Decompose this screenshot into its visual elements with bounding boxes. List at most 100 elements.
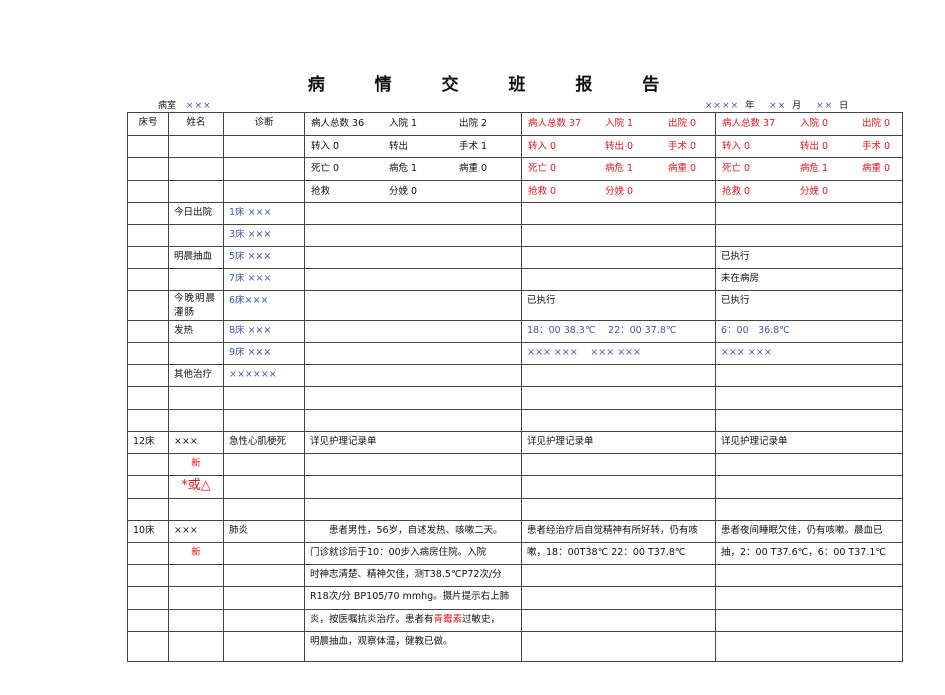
stat-item: 入院 1 (605, 118, 634, 129)
shift-3-note: 6：00 36.8℃ (715, 320, 903, 343)
shift-2-note (521, 246, 716, 269)
table-row: 发热 8床 ××× 18：00 38.3℃ 22：00 37.8℃ 6：00 36.8… (127, 320, 903, 343)
stats-row: 转入 0 转出 手术 1 转入 0 转出 0 手术 0 转入 0 转出 0 手术 0 (127, 135, 903, 158)
shift-2-note (521, 409, 716, 432)
ward-value: ××× (186, 101, 212, 111)
bed-cell (127, 386, 169, 410)
shift-2-note: ××× ××× ××× ××× (521, 342, 716, 365)
stat-item: 病重 0 (668, 163, 697, 174)
bed-cell: 10床 (127, 520, 169, 543)
stat-item: 病重 0 (459, 163, 488, 174)
shift-3-note (715, 453, 903, 476)
shift-3-note (715, 609, 903, 632)
shift-3-note: 未在病房 (715, 268, 903, 291)
bed-cell (127, 609, 169, 632)
stat-item: 抢救 0 (528, 186, 557, 197)
stat-item: 病危 1 (605, 163, 634, 174)
stats-row: 床号 姓名 诊断 病人总数 36 入院 1 出院 2 病人总数 37 入院 1 出院 0 病人总数… (127, 112, 903, 136)
bed-cell (127, 475, 169, 499)
table-row: 今晚明晨灌肠 6床××× 已执行 已执行 (127, 290, 903, 321)
diagnosis-cell (223, 631, 305, 662)
name-cell: 今晚明晨灌肠 (168, 290, 224, 321)
name-cell (168, 409, 224, 432)
table-row: 3床 ××× (127, 224, 903, 247)
stat-item: 病重 0 (862, 163, 891, 174)
stat-item: 分娩 0 (605, 186, 634, 197)
diagnosis-cell: 3床 ××× (223, 224, 305, 247)
allergy-highlight: 青霉素 (433, 614, 463, 625)
name-cell (168, 386, 224, 410)
shift-1-note (304, 386, 522, 410)
diagnosis-cell (223, 498, 305, 521)
date-year-unit: 年 (745, 101, 755, 111)
stat-item: 死亡 0 (311, 163, 340, 174)
diagnosis-cell: 8床 ××× (223, 320, 305, 343)
name-cell: ××× (168, 520, 224, 543)
bed-cell (127, 498, 169, 521)
shift-2-note (521, 224, 716, 247)
shift-3-stats-cell: 死亡 0 病危 1 病重 0 (715, 157, 903, 181)
shift-2-note (521, 631, 716, 662)
diagnosis-cell (223, 453, 305, 476)
shift-1-note (304, 290, 522, 321)
date-day-unit: 日 (839, 101, 849, 111)
bed-cell (127, 202, 169, 225)
shift-1-stats-cell: 病人总数 36 入院 1 出院 2 (304, 112, 522, 136)
shift-2-stats-cell: 抢救 0 分娩 0 (521, 180, 716, 203)
table-row: 炎，按医嘱抗炎治疗。患者有青霉素过敏史， (127, 609, 903, 632)
table-row: 新 (127, 453, 903, 476)
shift-2-note (521, 475, 716, 499)
bed-cell (127, 364, 169, 387)
report-date: ×××× 年 ×× 月 ×× 日 (705, 98, 860, 111)
stat-item: 病人总数 37 (528, 118, 582, 129)
shift-3-note (715, 631, 903, 662)
shift-1-note (304, 268, 522, 291)
shift-3-note (715, 564, 903, 587)
empty-cell (223, 135, 305, 158)
name-cell (168, 586, 224, 610)
bed-cell (127, 586, 169, 610)
name-cell: 今日出院 (168, 202, 224, 225)
shift-1-note (304, 498, 522, 521)
name-cell: 其他治疗 (168, 364, 224, 387)
name-cell (168, 498, 224, 521)
shift-3-note (715, 224, 903, 247)
diagnosis-cell (223, 475, 305, 499)
stat-item: 转出 (389, 141, 409, 152)
name-cell (168, 342, 224, 365)
stat-item: 死亡 0 (722, 163, 751, 174)
stat-item: 分娩 0 (800, 186, 829, 197)
shift-1-note: 时神志清楚、精神欠佳，测T38.5℃P72次/分 (304, 564, 522, 587)
table-row: 7床 ××× 未在病房 (127, 268, 903, 291)
note-text: 炎，按医嘱抗炎治疗。患者有 (310, 614, 434, 625)
shift-3-note (715, 409, 903, 432)
table-row: *或△ (127, 475, 903, 499)
diagnosis-cell (223, 542, 305, 565)
stat-item: 病危 1 (800, 163, 829, 174)
shift-3-note: 已执行 (715, 246, 903, 269)
ward-label-text: 病室 (158, 101, 177, 111)
stat-item: 病危 1 (389, 163, 418, 174)
stats-row: 死亡 0 病危 1 病重 0 死亡 0 病危 1 病重 0 死亡 0 病危 1 病重 0 (127, 157, 903, 181)
stat-item: 手术 0 (862, 141, 891, 152)
note-text: 过敏史， (462, 614, 501, 625)
bed-cell: 12床 (127, 431, 169, 454)
table-row: 明晨抽血 5床 ××× 已执行 (127, 246, 903, 269)
shift-1-stats-cell: 抢救 分娩 0 (304, 180, 522, 203)
diagnosis-cell: 9床 ××× (223, 342, 305, 365)
shift-2-note (521, 498, 716, 521)
bed-cell (127, 320, 169, 343)
shift-3-stats-cell: 病人总数 37 入院 0 出院 0 (715, 112, 903, 136)
bed-number-header: 床号 (127, 112, 169, 136)
diagnosis-cell: 1床 ××× (223, 202, 305, 225)
diagnosis-cell: ×××××× (223, 364, 305, 387)
new-patient-mark: 新 (168, 453, 224, 476)
empty-cell (168, 135, 224, 158)
shift-1-note (304, 320, 522, 343)
shift-3-note: 详见护理记录单 (715, 431, 903, 454)
stat-item: 转入 0 (311, 141, 340, 152)
diagnosis-cell (223, 609, 305, 632)
name-cell: ××× (168, 431, 224, 454)
stat-item: 出院 0 (668, 118, 697, 129)
stat-item: 抢救 0 (722, 186, 751, 197)
